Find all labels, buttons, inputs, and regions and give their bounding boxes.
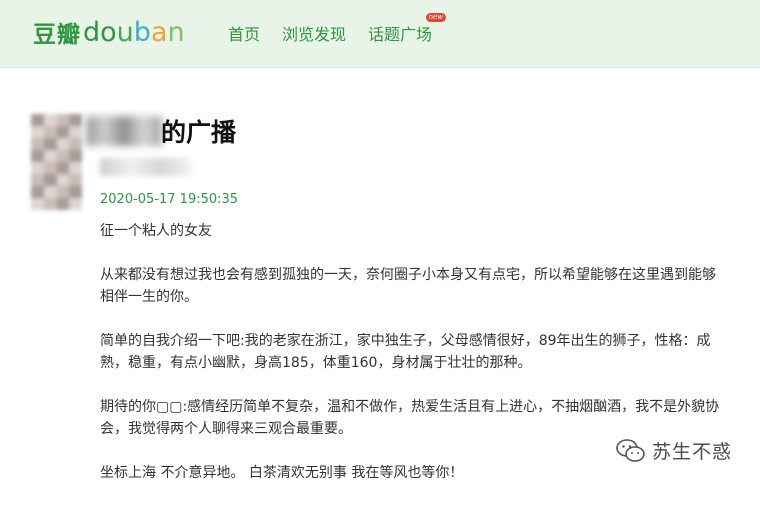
logo-english-text: douban [83,17,185,48]
user-subtitle-blurred [100,158,192,176]
avatar-pixel [43,114,57,126]
avatar-pixel [56,138,70,150]
avatar-pixel [43,174,57,186]
avatar-pixel [43,150,57,162]
avatar-pixel [69,138,82,150]
logo-letter: a [150,16,168,48]
avatar-pixel [56,126,70,138]
avatar-pixel [43,138,57,150]
post-paragraph: 期待的你▢▢:感情经历简单不复杂，温和不做作，热爱生活且有上进心，不抽烟酗酒，我… [100,399,720,437]
avatar-pixel [31,198,44,210]
user-avatar-blurred[interactable] [31,114,82,210]
logo-letter: o [100,16,117,48]
avatar-pixel [31,114,44,126]
post-paragraph: 坐标上海 不介意异地。 白茶清欢无别事 我在等风也等你！ [100,465,464,481]
watermark-text: 苏生不惑 [652,441,733,463]
avatar-pixel [31,138,44,150]
avatar-pixel [56,114,70,126]
main-nav: 首页 浏览发现 话题广场 new [228,13,454,45]
avatar-pixel [43,186,57,198]
avatar-pixel [56,198,70,210]
avatar-pixel [56,174,70,186]
avatar-pixel [69,150,82,162]
nav-home[interactable]: 首页 [228,21,260,45]
nav-explore[interactable]: 浏览发现 [282,21,346,45]
watermark: 苏生不惑 [616,437,732,464]
post-timestamp[interactable]: 2020-05-17 19:50:35 [100,192,238,207]
logo-letter: u [116,16,134,48]
page-title: 的广播 [161,118,237,147]
logo-letter: n [167,16,185,48]
avatar-pixel [31,126,44,138]
avatar-pixel [56,150,70,162]
post-paragraph: 从来都没有想过我也会有感到孤独的一天，奈何圈子小本身又有点宅，所以希望能够在这里… [100,267,716,305]
logo-letter: b [133,16,151,48]
avatar-pixel [56,186,70,198]
wechat-icon [616,438,646,464]
logo-letter: d [83,16,101,48]
avatar-pixel [69,162,82,174]
top-navigation-bar: 豆瓣 douban 首页 浏览发现 话题广场 new [0,0,760,68]
avatar-pixel [31,174,44,186]
logo-chinese-text: 豆瓣 [33,22,81,48]
nav-topics-label: 话题广场 [368,25,433,44]
username-blurred [86,116,162,146]
avatar-pixel [56,162,70,174]
avatar-pixel [69,114,82,126]
new-badge: new [425,13,447,22]
avatar-pixel [69,174,82,186]
post-paragraph: 简单的自我介绍一下吧:我的老家在浙江，家中独生子，父母感情很好，89年出生的狮子… [100,333,711,371]
douban-logo[interactable]: 豆瓣 douban [33,14,185,50]
avatar-pixel [31,162,44,174]
avatar-pixel [43,198,57,210]
avatar-pixel [69,126,82,138]
avatar-pixel [31,186,44,198]
post-paragraph: 征一个粘人的女友 [100,223,212,239]
nav-topics[interactable]: 话题广场 new [368,13,447,45]
avatar-pixel [69,186,82,198]
avatar-pixel [69,198,82,210]
avatar-pixel [43,126,57,138]
avatar-pixel [31,150,44,162]
avatar-pixel [43,162,57,174]
